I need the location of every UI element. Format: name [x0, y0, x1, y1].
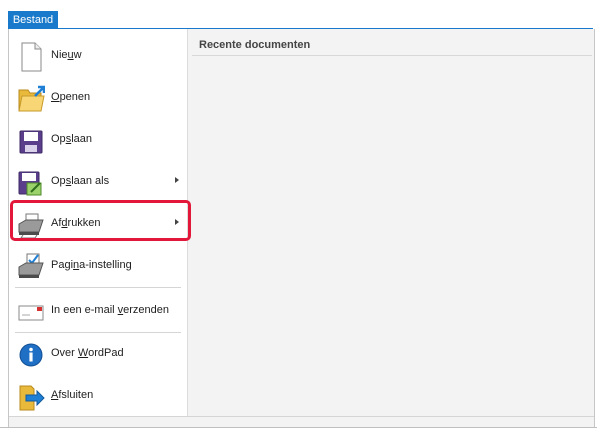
exit-icon — [19, 385, 45, 411]
page-setup-icon — [18, 253, 44, 278]
recent-documents-title: Recente documenten — [199, 39, 311, 51]
menu-item-email[interactable]: In een e-mail verzenden — [9, 292, 187, 332]
recent-documents-panel: Recente documenten — [188, 29, 594, 416]
menu-item-label: Opslaan als — [51, 175, 110, 187]
menu-item-afsluiten[interactable]: Afsluiten — [9, 377, 187, 417]
menu-item-label: Openen — [51, 91, 91, 103]
menu-item-opslaan-als[interactable]: Opslaan als — [9, 163, 187, 203]
menu-item-over-wordpad[interactable]: Over WordPad — [9, 335, 187, 375]
separator — [15, 332, 181, 333]
menu-item-label: Pagina-instelling — [51, 259, 132, 271]
menu-item-label: Over WordPad — [51, 347, 124, 359]
menu-item-openen[interactable]: Openen — [9, 79, 187, 119]
divider — [192, 55, 592, 56]
info-icon — [19, 343, 43, 367]
separator — [15, 287, 181, 288]
email-icon — [18, 305, 44, 321]
menu-item-nieuw[interactable]: Nieuw — [9, 37, 187, 77]
highlight-box — [10, 200, 191, 241]
ribbon-tabs: Bestand — [0, 0, 597, 29]
menu-footer — [9, 416, 594, 427]
menu-item-opslaan[interactable]: Opslaan — [9, 121, 187, 161]
menu-item-label: Opslaan — [51, 133, 92, 145]
new-document-icon — [21, 42, 42, 72]
save-as-icon — [18, 171, 42, 196]
menu-item-label: Afsluiten — [51, 389, 94, 401]
menu-item-pagina-instelling[interactable]: Pagina-instelling — [9, 247, 187, 287]
save-icon — [19, 130, 43, 154]
menu-item-label: Nieuw — [51, 49, 82, 61]
submenu-arrow-icon — [175, 177, 179, 183]
menu-item-label: In een e-mail verzenden — [51, 304, 170, 316]
file-tab[interactable]: Bestand — [8, 11, 58, 29]
open-folder-icon — [18, 85, 45, 112]
